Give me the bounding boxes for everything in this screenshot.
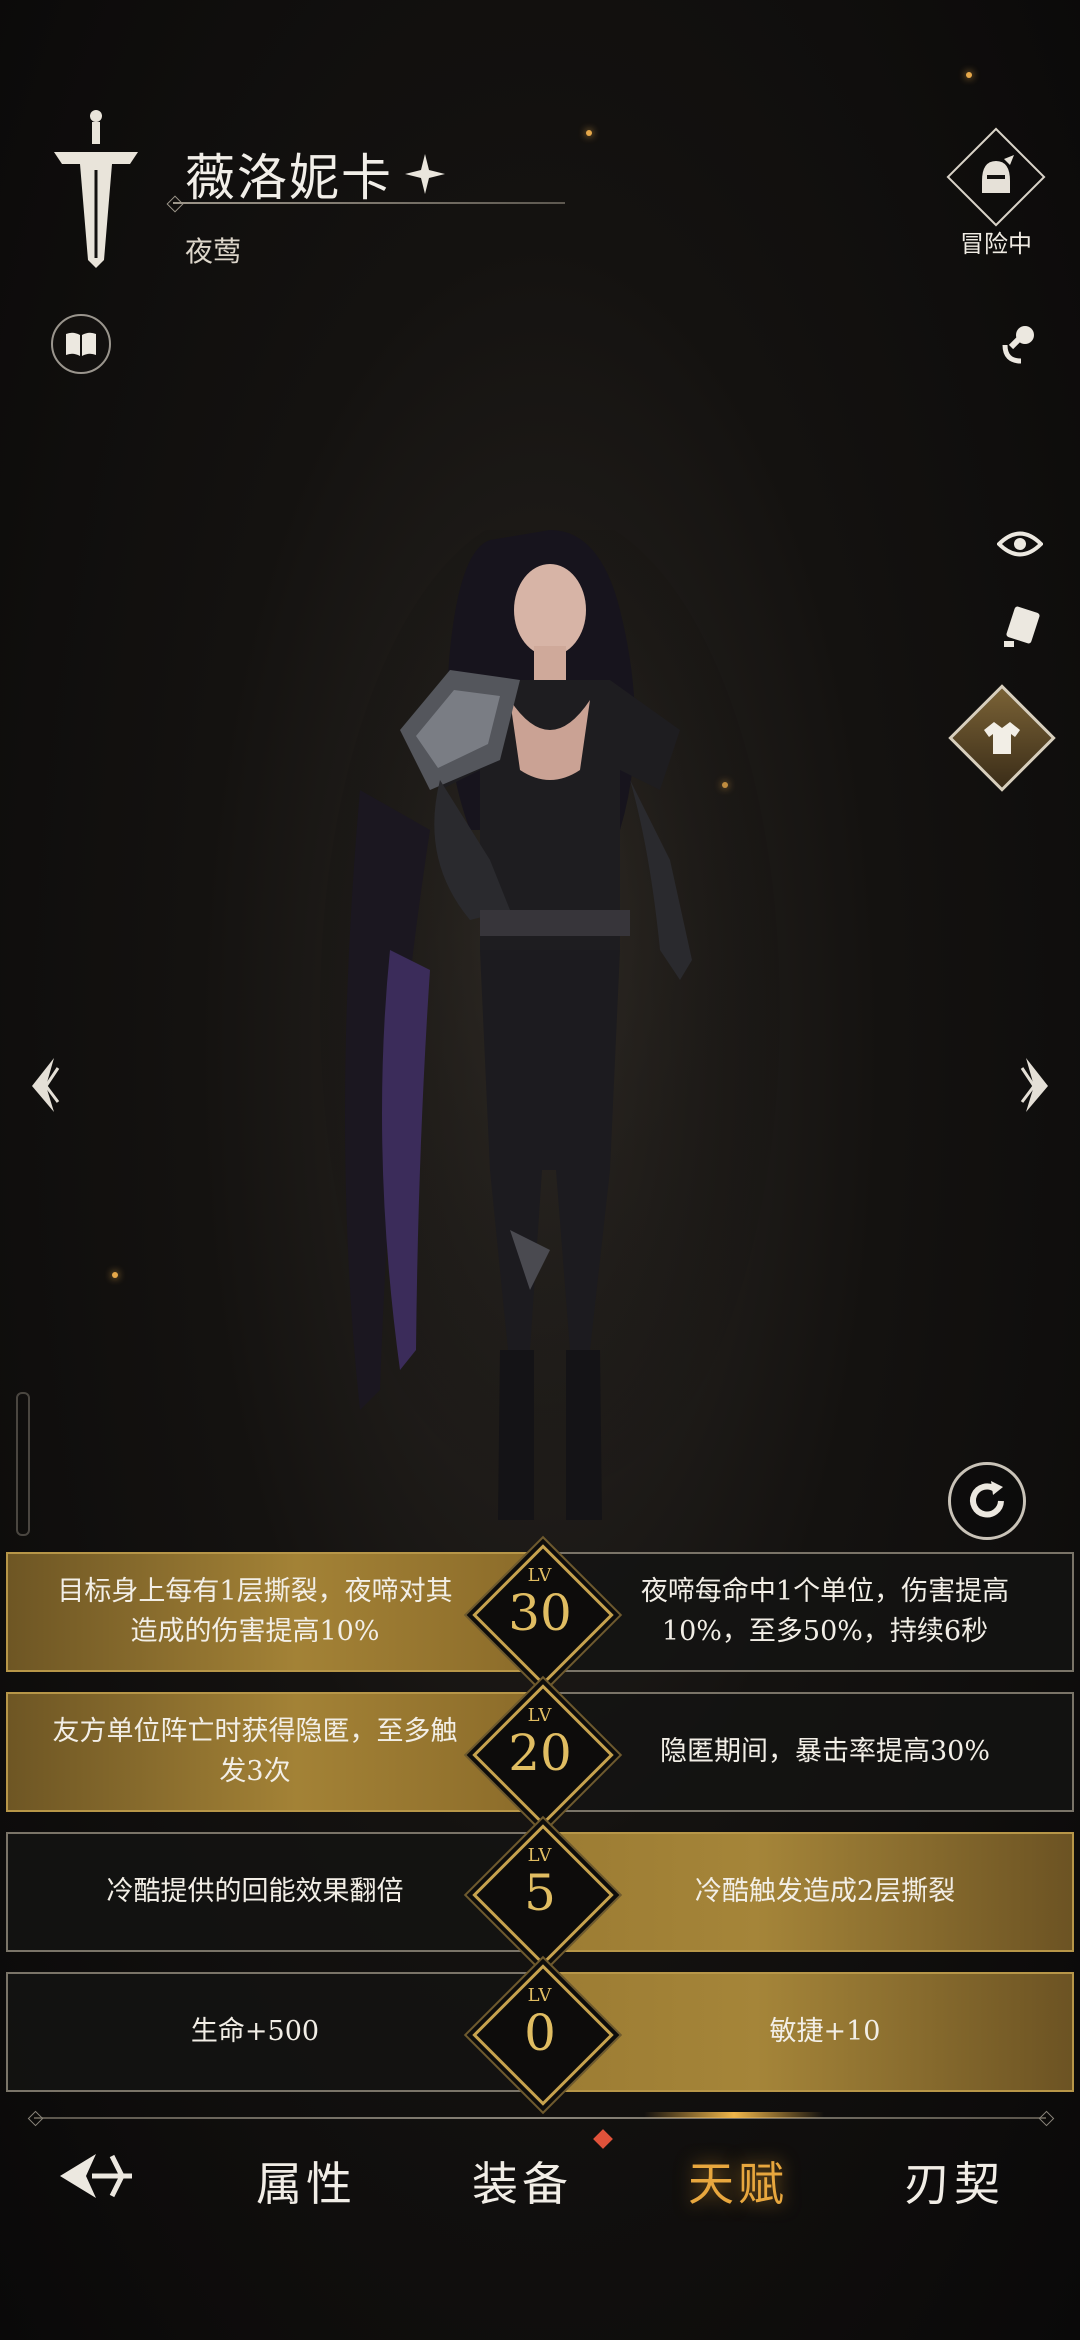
talent-row-lv20: 友方单位阵亡时获得隐匿，至多触发3次 隐匿期间，暴击率提高30% LV 20 <box>6 1684 1074 1826</box>
level-value: 30 <box>508 1584 572 1642</box>
card-button[interactable] <box>990 598 1050 658</box>
previous-character-button[interactable] <box>24 1050 74 1120</box>
refresh-icon <box>970 1481 1004 1518</box>
talent-option-left[interactable]: 友方单位阵亡时获得隐匿，至多触发3次 <box>6 1692 534 1812</box>
level-value: 5 <box>524 1864 556 1922</box>
character-class: 夜莺 <box>185 235 242 268</box>
talent-option-right[interactable]: 敏捷+10 <box>546 1972 1074 2092</box>
view-toggle-button[interactable] <box>990 514 1050 574</box>
level-label: LV <box>527 1705 553 1726</box>
star-icon <box>405 154 445 194</box>
ember-particle <box>586 130 592 136</box>
talent-level-badge: LV 5 <box>472 1824 614 1966</box>
level-value: 0 <box>524 2004 556 2062</box>
arrow-right-icon <box>1020 1058 1048 1112</box>
book-icon <box>66 332 96 356</box>
level-label: LV <box>527 1845 553 1866</box>
voice-button[interactable] <box>990 314 1050 374</box>
level-label: LV <box>527 1565 553 1586</box>
talent-level-badge: LV 20 <box>472 1684 614 1826</box>
title-divider-ornament <box>166 195 184 213</box>
tabbar-divider <box>34 2117 1046 2119</box>
card-icon <box>1004 606 1040 647</box>
talent-option-left[interactable]: 冷酷提供的回能效果翻倍 <box>6 1832 534 1952</box>
status-label: 冒险中 <box>960 230 1032 258</box>
talent-level-badge: LV 0 <box>472 1964 614 2106</box>
tab-talent[interactable]: 天赋 <box>688 2148 788 2214</box>
character-model[interactable] <box>320 510 780 1530</box>
level-label: LV <box>527 1985 553 2006</box>
bottom-tabbar: 属性 装备 天赋 刃契 <box>0 2130 1080 2250</box>
character-name: 薇洛妮卡 <box>185 149 393 207</box>
codex-button[interactable] <box>51 314 111 374</box>
next-character-button[interactable] <box>1006 1050 1056 1120</box>
helmet-icon <box>982 155 1014 193</box>
talent-option-left[interactable]: 目标身上每有1层撕裂，夜啼对其造成的伤害提高10% <box>6 1552 534 1672</box>
adventure-status-button[interactable]: 冒险中 <box>946 127 1046 259</box>
tab-equipment[interactable]: 装备 <box>472 2148 572 2214</box>
arrow-left-icon <box>32 1058 60 1112</box>
ember-particle <box>112 1272 118 1278</box>
talent-row-lv30: 目标身上每有1层撕裂，夜啼对其造成的伤害提高10% 夜啼每命中1个单位，伤害提高… <box>6 1544 1074 1686</box>
divider-ornament <box>27 2110 44 2127</box>
talent-row-lv5: 冷酷提供的回能效果翻倍 冷酷触发造成2层撕裂 LV 5 <box>6 1824 1074 1966</box>
title-divider <box>173 202 565 204</box>
shirt-icon <box>984 722 1020 754</box>
talent-option-right[interactable]: 夜啼每命中1个单位，伤害提高10%，至多50%，持续6秒 <box>546 1552 1074 1672</box>
microphone-icon <box>1002 326 1034 364</box>
talent-option-right[interactable]: 隐匿期间，暴击率提高30% <box>546 1692 1074 1812</box>
talent-option-right[interactable]: 冷酷触发造成2层撕裂 <box>546 1832 1074 1952</box>
outfit-button[interactable] <box>948 684 1056 792</box>
tab-attributes[interactable]: 属性 <box>256 2148 356 2214</box>
sword-emblem-icon <box>50 108 142 268</box>
level-value: 20 <box>508 1724 572 1782</box>
character-title: 薇洛妮卡 夜莺 <box>166 138 565 270</box>
eye-icon <box>997 531 1043 557</box>
ember-particle <box>966 72 972 78</box>
active-tab-indicator <box>644 2112 824 2118</box>
scroll-indicator[interactable] <box>16 1392 30 1536</box>
talent-option-left[interactable]: 生命+500 <box>6 1972 534 2092</box>
divider-ornament <box>1038 2110 1055 2127</box>
talent-row-lv0: 生命+500 敏捷+10 LV 0 <box>6 1964 1074 2106</box>
talent-level-badge: LV 30 <box>472 1544 614 1686</box>
tab-blade-pact[interactable]: 刃契 <box>904 2148 1004 2214</box>
reset-view-button[interactable] <box>948 1462 1026 1540</box>
